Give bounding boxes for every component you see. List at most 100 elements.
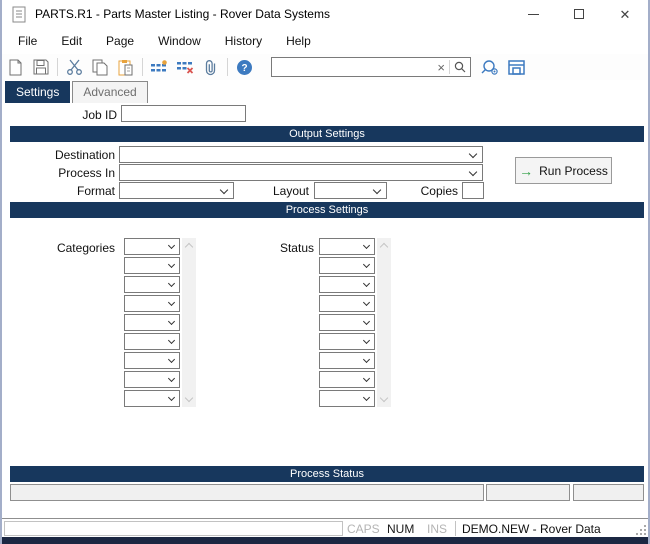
chevron-down-icon xyxy=(363,375,370,382)
tab-strip: Settings Advanced xyxy=(5,80,150,103)
cut-icon xyxy=(66,59,83,75)
resize-grip[interactable] xyxy=(636,525,646,535)
category-select-1[interactable] xyxy=(124,257,180,274)
status-select-7[interactable] xyxy=(319,371,375,388)
num-indicator: NUM xyxy=(387,522,414,537)
status-select-8[interactable] xyxy=(319,390,375,407)
process-status-field-1 xyxy=(10,484,484,501)
cut-button[interactable] xyxy=(61,55,87,79)
menu-history[interactable]: History xyxy=(215,29,272,53)
scroll-up-icon[interactable] xyxy=(380,243,388,251)
format-select[interactable] xyxy=(119,182,234,199)
process-in-select[interactable] xyxy=(119,164,483,181)
search-icon[interactable] xyxy=(450,61,470,73)
toolbar-separator xyxy=(57,58,58,76)
search-input[interactable] xyxy=(272,59,433,75)
category-select-4[interactable] xyxy=(124,314,180,331)
status-select-5[interactable] xyxy=(319,333,375,350)
category-select-3[interactable] xyxy=(124,295,180,312)
chevron-down-icon xyxy=(168,299,175,306)
status-scrollbar[interactable] xyxy=(377,238,391,407)
chevron-down-icon xyxy=(469,168,477,176)
tab-settings[interactable]: Settings xyxy=(5,81,70,103)
status-select-4[interactable] xyxy=(319,314,375,331)
scroll-down-icon[interactable] xyxy=(185,394,193,402)
minimize-button[interactable] xyxy=(510,0,556,28)
copies-label: Copies xyxy=(397,184,458,198)
category-select-2[interactable] xyxy=(124,276,180,293)
run-process-button[interactable]: → Run Process xyxy=(515,157,612,184)
attachment-icon xyxy=(204,59,218,76)
category-select-6[interactable] xyxy=(124,352,180,369)
statusbar-message-cell xyxy=(4,521,343,536)
help-button[interactable]: ? xyxy=(231,55,257,79)
find-view-button[interactable] xyxy=(477,55,503,79)
tab-advanced[interactable]: Advanced xyxy=(72,81,147,103)
category-select-0[interactable] xyxy=(124,238,180,255)
category-select-7[interactable] xyxy=(124,371,180,388)
save-icon xyxy=(33,59,49,75)
status-select-3[interactable] xyxy=(319,295,375,312)
status-select-2[interactable] xyxy=(319,276,375,293)
minimize-icon xyxy=(528,14,539,15)
new-document-icon xyxy=(8,59,23,76)
menu-window[interactable]: Window xyxy=(148,29,211,53)
menu-help[interactable]: Help xyxy=(276,29,321,53)
category-select-5[interactable] xyxy=(124,333,180,350)
delete-record-button[interactable] xyxy=(172,55,198,79)
category-select-8[interactable] xyxy=(124,390,180,407)
toolbar-search: × xyxy=(271,57,471,77)
layout-select[interactable] xyxy=(314,182,387,199)
process-settings-header: Process Settings xyxy=(10,202,644,218)
menu-file[interactable]: File xyxy=(8,29,47,53)
close-button[interactable]: ✕ xyxy=(602,0,648,28)
toolbar-separator xyxy=(142,58,143,76)
chevron-down-icon xyxy=(168,280,175,287)
status-select-6[interactable] xyxy=(319,352,375,369)
maximize-icon xyxy=(574,9,584,19)
chevron-down-icon xyxy=(220,186,228,194)
close-icon: ✕ xyxy=(620,8,631,21)
status-bar: CAPS NUM INS DEMO.NEW - Rover Data Syste… xyxy=(2,518,648,537)
chevron-down-icon xyxy=(168,318,175,325)
toolbar-separator xyxy=(227,58,228,76)
copy-button[interactable] xyxy=(87,55,113,79)
svg-text:?: ? xyxy=(241,63,247,74)
maximize-button[interactable] xyxy=(556,0,602,28)
help-icon: ? xyxy=(236,59,253,76)
chevron-down-icon xyxy=(373,186,381,194)
window-bottom-edge xyxy=(2,537,648,544)
chevron-down-icon xyxy=(168,337,175,344)
menu-page[interactable]: Page xyxy=(96,29,144,53)
status-label: Status xyxy=(242,241,314,255)
new-button[interactable] xyxy=(2,55,28,79)
copies-input[interactable] xyxy=(462,182,484,199)
layout-view-button[interactable] xyxy=(503,55,529,79)
document-icon xyxy=(12,6,26,23)
chevron-down-icon xyxy=(168,242,175,249)
process-status-field-2 xyxy=(486,484,570,501)
scroll-down-icon[interactable] xyxy=(380,394,388,402)
title-bar: PARTS.R1 - Parts Master Listing - Rover … xyxy=(2,0,648,28)
clear-search-icon[interactable]: × xyxy=(433,61,449,74)
status-select-1[interactable] xyxy=(319,257,375,274)
add-record-icon xyxy=(150,60,168,74)
attachment-button[interactable] xyxy=(198,55,224,79)
window-title: PARTS.R1 - Parts Master Listing - Rover … xyxy=(35,7,330,21)
paste-button[interactable] xyxy=(113,55,139,79)
add-record-button[interactable] xyxy=(146,55,172,79)
categories-scrollbar[interactable] xyxy=(182,238,196,407)
status-select-0[interactable] xyxy=(319,238,375,255)
job-id-input[interactable] xyxy=(121,105,246,122)
chevron-down-icon xyxy=(168,261,175,268)
menu-edit[interactable]: Edit xyxy=(51,29,92,53)
find-view-icon xyxy=(481,59,500,75)
menu-bar: File Edit Page Window History Help xyxy=(2,28,648,54)
scroll-up-icon[interactable] xyxy=(185,243,193,251)
destination-select[interactable] xyxy=(119,146,483,163)
categories-list xyxy=(124,238,180,409)
process-status-header: Process Status xyxy=(10,466,644,482)
save-button[interactable] xyxy=(28,55,54,79)
statusbar-separator xyxy=(455,521,456,536)
output-settings-header: Output Settings xyxy=(10,126,644,142)
